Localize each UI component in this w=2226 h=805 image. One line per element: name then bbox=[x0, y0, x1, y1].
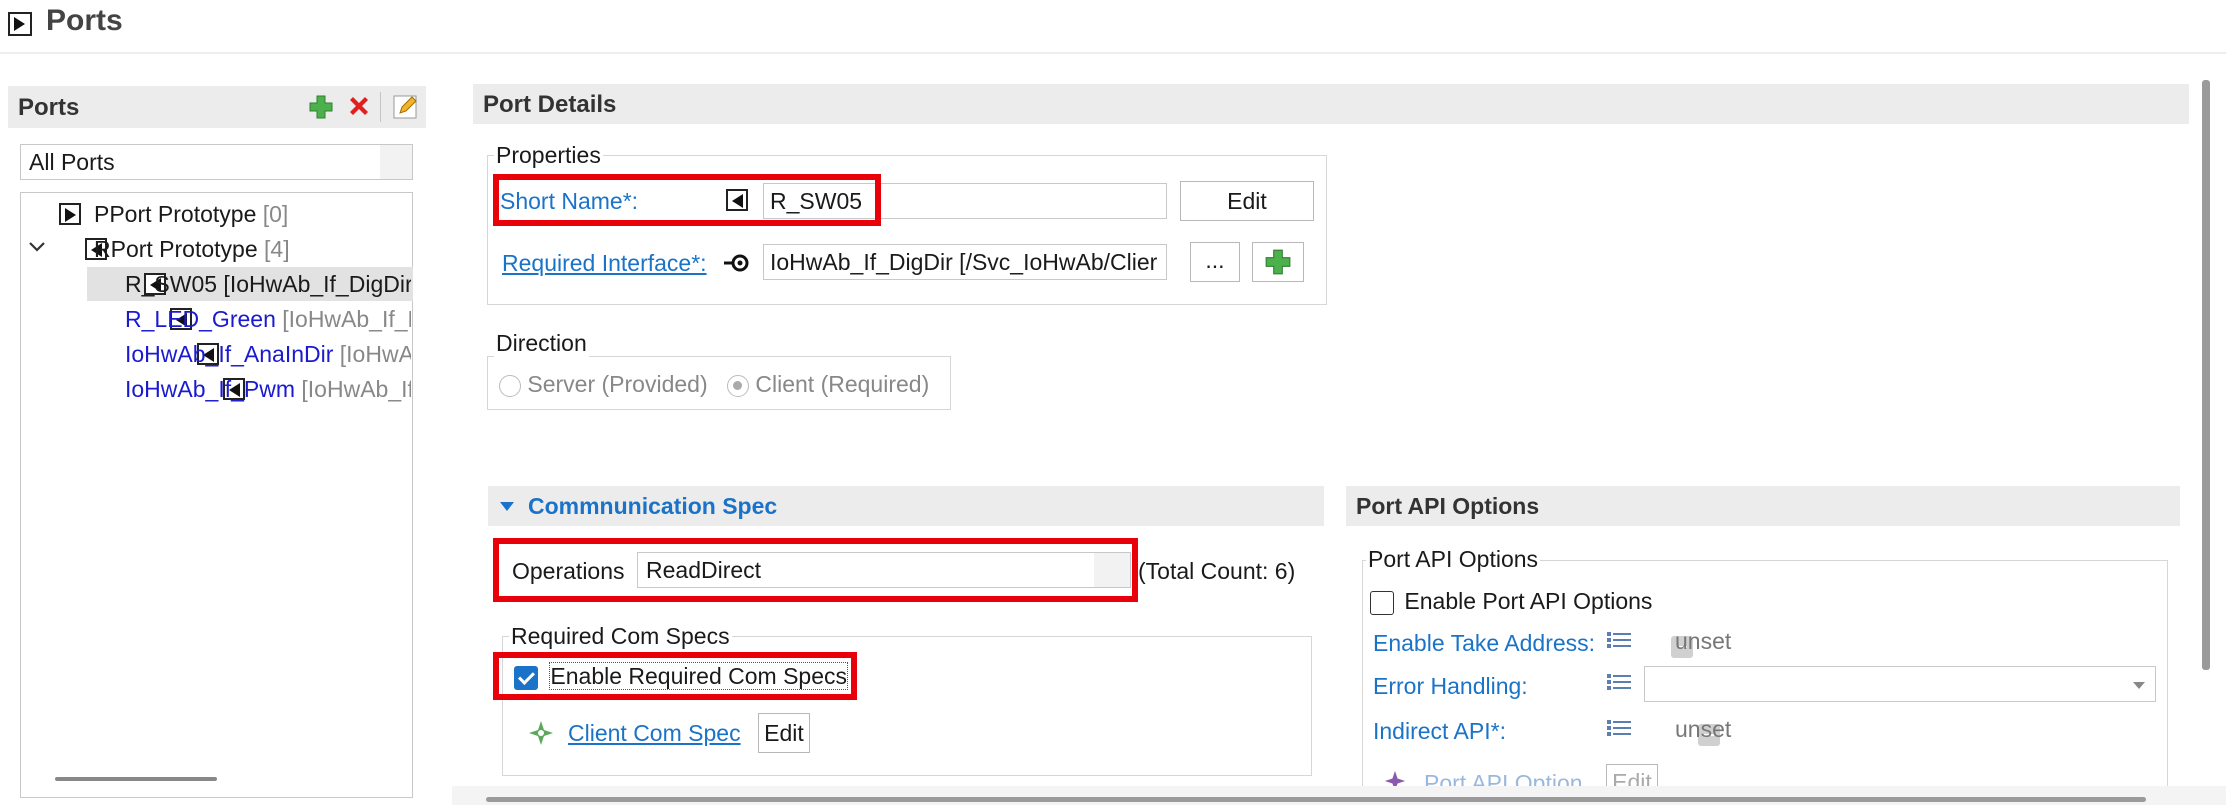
server-label: Server (Provided) bbox=[527, 371, 708, 397]
required-interface-input[interactable]: IoHwAb_If_DigDir [/Svc_IoHwAb/Clier bbox=[763, 244, 1167, 280]
enable-required-highlight bbox=[493, 652, 857, 700]
add-interface-button[interactable] bbox=[1252, 242, 1304, 282]
chevron-down-icon bbox=[500, 502, 514, 511]
tree-item-rport[interactable]: RPort Prototype [4] bbox=[94, 236, 290, 263]
client-label: Client (Required) bbox=[755, 371, 930, 397]
pwm-detail: [IoHwAb_If bbox=[295, 376, 411, 402]
ports-panel-header: Ports bbox=[8, 86, 426, 128]
filter-dropdown-area[interactable] bbox=[380, 145, 412, 179]
chevron-down-icon[interactable] bbox=[27, 237, 47, 257]
pport-label: PPort Prototype bbox=[94, 201, 257, 227]
rport-label: RPort Prototype bbox=[94, 236, 258, 262]
rport-count: [4] bbox=[264, 236, 290, 262]
expand-icon[interactable] bbox=[8, 12, 32, 36]
add-icon[interactable] bbox=[308, 94, 334, 120]
tree-item-r-sw05[interactable]: R_SW05 [IoHwAb_If_DigDir bbox=[125, 271, 411, 298]
port-details-title: Port Details bbox=[483, 91, 617, 118]
client-radio-circle bbox=[727, 374, 749, 397]
tree-item-r-led-green[interactable]: R_LED_Green [IoHwAb_If_D bbox=[125, 306, 411, 333]
tree-item-anaindir[interactable]: IoHwAb_If_AnaInDir [IoHwA bbox=[125, 341, 411, 368]
browse-interface-button[interactable]: ... bbox=[1190, 242, 1240, 282]
com-spec-icon bbox=[528, 720, 554, 746]
enable-port-api-label: Enable Port API Options bbox=[1404, 588, 1653, 614]
bottom-strip bbox=[452, 786, 2226, 805]
short-name-edit-button[interactable]: Edit bbox=[1180, 181, 1314, 221]
r-led-green-name: R_LED_Green bbox=[125, 306, 276, 332]
tree-horizontal-scrollbar[interactable] bbox=[55, 777, 217, 781]
enable-port-api-options[interactable]: Enable Port API Options bbox=[1370, 588, 1652, 615]
total-count: (Total Count: 6) bbox=[1138, 558, 1296, 584]
ports-tree: PPort Prototype [0] RPort Prototype [4] … bbox=[20, 192, 413, 798]
anaindir-detail: [IoHwA bbox=[333, 341, 411, 367]
take-address-label: Enable Take Address: bbox=[1373, 630, 1596, 656]
short-name-highlight bbox=[493, 174, 881, 226]
page-header: Ports bbox=[0, 0, 2226, 54]
client-com-spec-edit-button[interactable]: Edit bbox=[758, 713, 810, 753]
ports-filter-value: All Ports bbox=[29, 149, 115, 175]
delete-icon[interactable] bbox=[346, 94, 372, 120]
anaindir-name: IoHwAb_If_AnaInDir bbox=[125, 341, 334, 367]
list-icon bbox=[1607, 631, 1633, 649]
client-radio[interactable]: Client (Required) bbox=[727, 371, 929, 398]
ports-panel-title: Ports bbox=[18, 94, 80, 121]
pport-count: [0] bbox=[262, 201, 289, 227]
ports-filter[interactable]: All Ports bbox=[20, 144, 413, 180]
server-radio-circle bbox=[499, 374, 521, 397]
port-api-title: Port API Options bbox=[1356, 493, 1540, 519]
comm-spec-header[interactable]: Commnunication Spec bbox=[488, 486, 1324, 526]
tree-item-pwm[interactable]: IoHwAb_If_Pwm [IoHwAb_If bbox=[125, 376, 411, 403]
direction-label: Direction bbox=[494, 330, 589, 357]
required-interface-link[interactable]: Required Interface*: bbox=[502, 250, 707, 277]
indirect-api-value: unset bbox=[1675, 716, 1732, 742]
port-api-header: Port API Options bbox=[1346, 486, 2180, 526]
r-led-green-detail: [IoHwAb_If_D bbox=[275, 306, 411, 332]
port-api-option-edit-button[interactable]: Edit bbox=[1606, 764, 1658, 788]
operations-highlight bbox=[493, 538, 1138, 602]
port-api-option-row: Port API Option Edit bbox=[1380, 764, 1800, 788]
take-address-value: unset bbox=[1675, 628, 1732, 654]
horizontal-scrollbar[interactable] bbox=[486, 797, 2146, 802]
server-radio[interactable]: Server (Provided) bbox=[499, 371, 708, 398]
r-sw05-detail: [IoHwAb_If_DigDir bbox=[217, 271, 411, 297]
edit-icon[interactable] bbox=[392, 93, 420, 121]
pport-icon bbox=[59, 203, 81, 225]
vertical-scrollbar[interactable] bbox=[2202, 80, 2210, 670]
properties-label: Properties bbox=[494, 142, 603, 169]
pwm-name: IoHwAb_If_Pwm bbox=[125, 376, 296, 402]
required-com-specs-label: Required Com Specs bbox=[509, 623, 732, 650]
interface-icon bbox=[722, 248, 752, 278]
list-icon bbox=[1607, 719, 1633, 737]
comm-spec-title: Commnunication Spec bbox=[528, 493, 778, 519]
chevron-down-icon bbox=[2133, 682, 2145, 689]
add-icon bbox=[1265, 249, 1291, 275]
port-api-group-label: Port API Options bbox=[1366, 546, 1541, 573]
tree-item-pport[interactable]: PPort Prototype [0] bbox=[94, 201, 288, 228]
list-icon bbox=[1607, 673, 1633, 691]
enable-port-api-checkbox bbox=[1370, 590, 1394, 615]
required-interface-value: IoHwAb_If_DigDir [/Svc_IoHwAb/Clier bbox=[770, 249, 1158, 275]
r-sw05-name: R_SW05 bbox=[125, 271, 218, 297]
error-handling-select[interactable] bbox=[1644, 666, 2156, 702]
client-com-spec-link[interactable]: Client Com Spec bbox=[568, 720, 741, 747]
port-details-header: Port Details bbox=[473, 84, 2189, 124]
page-title: Ports bbox=[46, 4, 123, 37]
toolbar-divider bbox=[380, 92, 381, 122]
error-handling-label: Error Handling: bbox=[1373, 673, 1528, 699]
indirect-api-label: Indirect API*: bbox=[1373, 718, 1506, 744]
